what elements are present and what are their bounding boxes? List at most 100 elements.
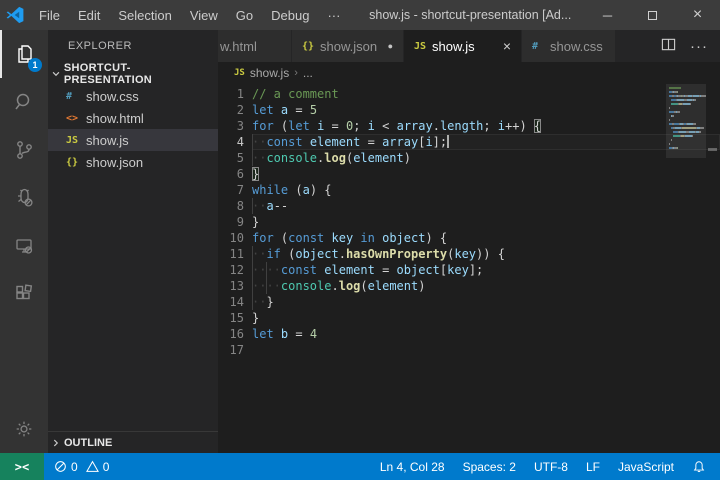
line-number: 14 [218, 294, 244, 310]
cursor-position-status[interactable]: Ln 4, Col 28 [380, 460, 445, 474]
close-button[interactable]: × [675, 0, 720, 30]
text-cursor [447, 135, 449, 148]
code-line-6[interactable]: 6} [218, 166, 720, 182]
line-number: 11 [218, 246, 244, 262]
file-list: #show.css<>show.htmlJSshow.js{}show.json [48, 85, 218, 173]
file-item-show-html[interactable]: <>show.html [48, 107, 218, 129]
code-line-5[interactable]: 5··console.log(element) [218, 150, 720, 166]
problems-status[interactable]: 0 0 [54, 460, 109, 474]
code-editor[interactable]: 1// a comment2let a = 53for (let i = 0; … [218, 84, 720, 453]
tab-show-js[interactable]: JSshow.js× [404, 30, 522, 62]
breadcrumb-symbol[interactable]: ... [303, 66, 313, 80]
tab-show-css[interactable]: #show.css [522, 30, 616, 62]
file-name: show.json [86, 155, 143, 170]
line-number: 10 [218, 230, 244, 246]
activitybar-remote-explorer[interactable] [0, 222, 48, 270]
editor-actions: ··· [661, 30, 720, 62]
activity-bar: 1 [0, 30, 48, 453]
menu-view[interactable]: View [181, 0, 227, 30]
file-item-show-css[interactable]: #show.css [48, 85, 218, 107]
gear-icon [13, 418, 35, 440]
activitybar-extensions[interactable] [0, 270, 48, 318]
eol-status[interactable]: LF [586, 460, 600, 474]
code-line-2[interactable]: 2let a = 5 [218, 102, 720, 118]
code-line-10[interactable]: 10for (const key in object) { [218, 230, 720, 246]
line-number: 4 [218, 134, 244, 150]
file-item-show-json[interactable]: {}show.json [48, 151, 218, 173]
indent-guide [252, 134, 253, 150]
minimap[interactable] [666, 84, 706, 453]
code-line-1[interactable]: 1// a comment [218, 86, 720, 102]
menu-go[interactable]: Go [227, 0, 262, 30]
code-line-4[interactable]: 4··const element = array[i]; [218, 134, 720, 150]
line-content: } [252, 166, 720, 182]
menu-[interactable]: ··· [318, 0, 349, 30]
activitybar-debug[interactable] [0, 174, 48, 222]
overview-ruler-current-line-mark [708, 148, 717, 151]
code-line-13[interactable]: 13····console.log(element) [218, 278, 720, 294]
outline-section-header[interactable]: OUTLINE [48, 431, 218, 453]
maximize-button[interactable] [630, 0, 675, 30]
activitybar-badge: 1 [28, 58, 42, 72]
tab-close-icon[interactable]: × [493, 38, 511, 54]
warning-count: 0 [103, 460, 110, 474]
code-line-17[interactable]: 17 [218, 342, 720, 358]
indent-guide [266, 278, 267, 294]
code-line-11[interactable]: 11··if (object.hasOwnProperty(key)) { [218, 246, 720, 262]
code-line-16[interactable]: 16let b = 4 [218, 326, 720, 342]
indent-guide [252, 150, 253, 166]
indent-guide [252, 262, 253, 278]
activitybar-source-control[interactable] [0, 126, 48, 174]
unsaved-dot-icon[interactable]: ● [380, 41, 393, 51]
breadcrumb-file[interactable]: show.js [250, 66, 289, 80]
breadcrumb-separator-icon: › [294, 67, 298, 79]
outline-label: OUTLINE [64, 437, 112, 449]
tab-w-html[interactable]: w.html [218, 30, 292, 62]
window-title: show.js - shortcut-presentation [Ad... [349, 8, 585, 22]
line-number: 3 [218, 118, 244, 134]
tab-show-json[interactable]: {}show.json● [292, 30, 404, 62]
indentation-status[interactable]: Spaces: 2 [463, 460, 516, 474]
more-actions-button[interactable]: ··· [690, 38, 708, 55]
code-line-7[interactable]: 7 while (a) { [218, 182, 720, 198]
menu-bar: FileEditSelectionViewGoDebug··· [30, 0, 349, 30]
chevron-right-icon [48, 438, 64, 448]
encoding-status[interactable]: UTF-8 [534, 460, 568, 474]
chevron-down-icon [48, 69, 64, 79]
breadcrumb[interactable]: JS show.js › ... [218, 62, 720, 84]
split-editor-button[interactable] [661, 37, 676, 55]
code-line-9[interactable]: 9} [218, 214, 720, 230]
notifications-bell-icon[interactable] [692, 460, 706, 474]
tab-label: show.css [550, 39, 603, 54]
activitybar-manage[interactable] [0, 405, 48, 453]
vscode-logo-icon [0, 0, 30, 30]
menu-edit[interactable]: Edit [69, 0, 109, 30]
code-line-3[interactable]: 3for (let i = 0; i < array.length; i++) … [218, 118, 720, 134]
menu-file[interactable]: File [30, 0, 69, 30]
language-status[interactable]: JavaScript [618, 460, 674, 474]
line-number: 13 [218, 278, 244, 294]
line-number: 7 [218, 182, 244, 198]
menu-debug[interactable]: Debug [262, 0, 318, 30]
line-content: ··} [252, 294, 720, 310]
code-lines: 1// a comment2let a = 53for (let i = 0; … [218, 86, 720, 358]
file-item-show-js[interactable]: JSshow.js [48, 129, 218, 151]
remote-indicator[interactable]: >< [0, 453, 44, 480]
minimize-button[interactable]: ─ [585, 0, 630, 30]
activitybar-explorer[interactable]: 1 [0, 30, 48, 78]
tab-label: w.html [220, 39, 257, 54]
line-number: 8 [218, 198, 244, 214]
code-line-15[interactable]: 15} [218, 310, 720, 326]
code-line-8[interactable]: 8··a-- [218, 198, 720, 214]
activitybar-search[interactable] [0, 78, 48, 126]
line-number: 16 [218, 326, 244, 342]
menu-selection[interactable]: Selection [109, 0, 180, 30]
line-content: ··console.log(element) [252, 150, 720, 166]
folder-section-header[interactable]: SHORTCUT-PRESENTATION [48, 63, 218, 85]
file-type-icon: # [532, 41, 550, 52]
file-type-icon: JS [66, 135, 86, 146]
line-content: while (a) { [252, 182, 720, 198]
code-line-14[interactable]: 14 ··} [218, 294, 720, 310]
search-icon [12, 90, 36, 114]
code-line-12[interactable]: 12····const element = object[key]; [218, 262, 720, 278]
